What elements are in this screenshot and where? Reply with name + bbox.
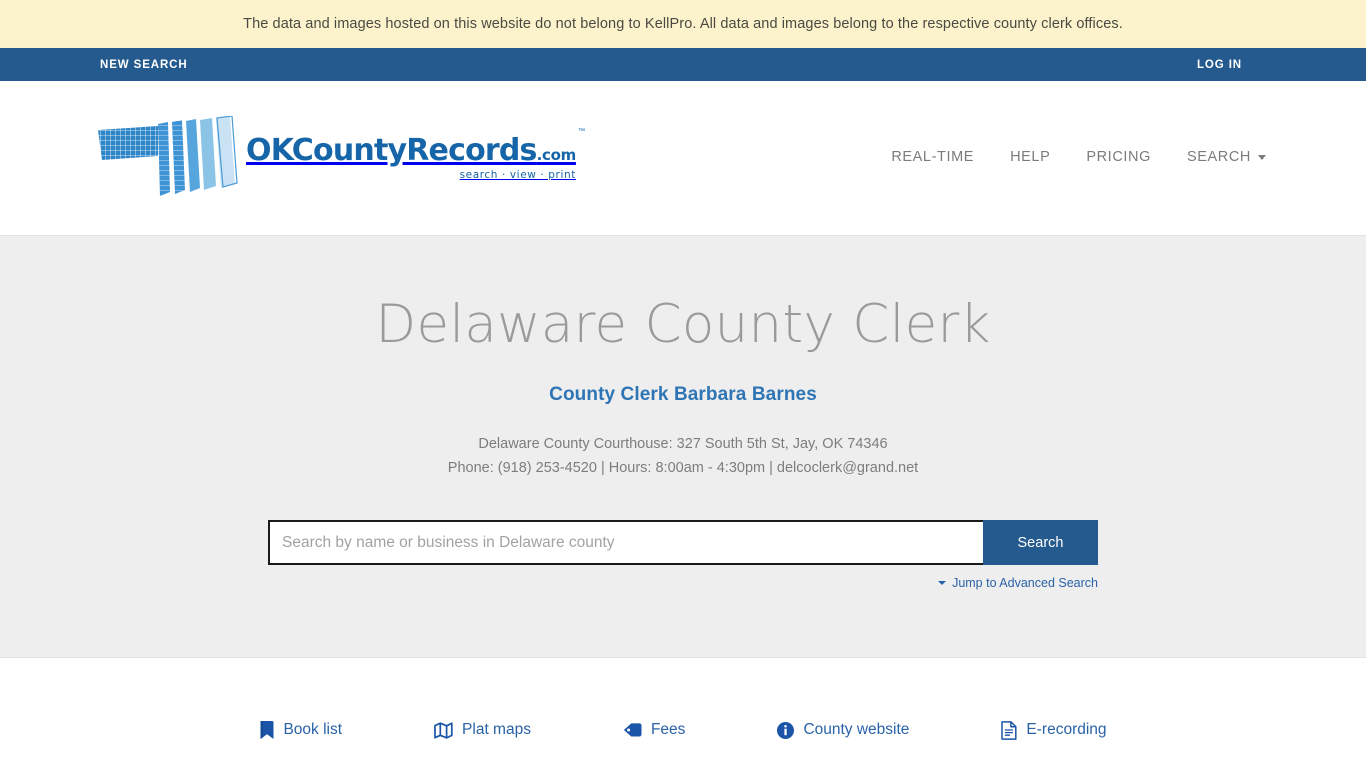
site-notice-banner: The data and images hosted on this websi… — [0, 0, 1366, 48]
site-header: ™ OKCountyRecords.com search · view · pr… — [0, 81, 1366, 236]
quick-link-fees[interactable]: Fees — [623, 721, 685, 739]
tag-icon — [623, 722, 642, 739]
notice-text: The data and images hosted on this websi… — [243, 16, 1123, 32]
page-title: Delaware County Clerk — [375, 294, 991, 355]
search-button[interactable]: Search — [983, 520, 1098, 565]
logo-mark-icon — [96, 115, 248, 200]
advanced-search-row: Jump to Advanced Search — [268, 576, 1098, 590]
site-logo[interactable]: ™ OKCountyRecords.com search · view · pr… — [96, 115, 585, 200]
nav-label: SEARCH — [1186, 149, 1251, 165]
log-in-link[interactable]: LOG IN — [1197, 59, 1242, 71]
jump-to-advanced-search-link[interactable]: Jump to Advanced Search — [938, 576, 1098, 590]
nav-item-real-time[interactable]: REAL-TIME — [891, 149, 974, 165]
contact-line: Phone: (918) 253-4520 | Hours: 8:00am - … — [447, 460, 919, 476]
nav-item-search[interactable]: SEARCH — [1187, 149, 1266, 165]
nav-label: PRICING — [1086, 149, 1151, 165]
county-contact-info: Delaware County Courthouse: 327 South 5t… — [448, 432, 918, 480]
quick-link-label: Book list — [283, 721, 343, 738]
quick-link-label: E-recording — [1026, 721, 1107, 738]
nav-item-pricing[interactable]: PRICING — [1086, 149, 1151, 165]
search-input[interactable] — [268, 520, 983, 565]
logo-text: ™ OKCountyRecords.com search · view · pr… — [246, 128, 585, 181]
logo-tagline: search · view · print — [459, 168, 576, 181]
quick-link-county-website[interactable]: County website — [777, 721, 909, 739]
nav-label: REAL-TIME — [891, 149, 975, 165]
county-clerk-name: County Clerk Barbara Barnes — [549, 384, 817, 405]
quick-links-row: Book list Plat maps Fees County website … — [0, 658, 1366, 766]
logo-word-tld: .com — [536, 145, 577, 164]
caret-down-icon — [938, 581, 947, 585]
quick-link-plat-maps[interactable]: Plat maps — [434, 721, 531, 739]
quick-link-e-recording[interactable]: E-recording — [1001, 720, 1107, 740]
nav-item-help[interactable]: HELP — [1010, 149, 1050, 165]
main-navigation: REAL-TIME HELP PRICING SEARCH — [891, 149, 1266, 167]
chevron-down-icon — [1258, 154, 1266, 160]
map-icon — [434, 721, 453, 739]
document-icon — [1001, 720, 1017, 740]
info-circle-icon — [777, 721, 795, 739]
quick-link-label: County website — [803, 721, 910, 738]
nav-label: HELP — [1010, 149, 1051, 165]
advanced-search-label: Jump to Advanced Search — [952, 576, 1098, 590]
new-search-link[interactable]: NEW SEARCH — [100, 59, 188, 71]
book-icon — [259, 720, 274, 740]
utility-bar: NEW SEARCH LOG IN — [0, 48, 1366, 81]
quick-link-book-list[interactable]: Book list — [259, 720, 343, 740]
address-line: Delaware County Courthouse: 327 South 5t… — [478, 436, 888, 452]
quick-link-label: Plat maps — [462, 721, 531, 738]
trademark-symbol: ™ — [577, 127, 585, 135]
quick-link-label: Fees — [650, 721, 686, 738]
hero-section: Delaware County Clerk County Clerk Barba… — [0, 236, 1366, 658]
search-bar: Search — [268, 520, 1098, 565]
logo-word-main: OKCountyRecords — [246, 132, 537, 168]
logo-wordmark: OKCountyRecords.com — [246, 132, 577, 168]
